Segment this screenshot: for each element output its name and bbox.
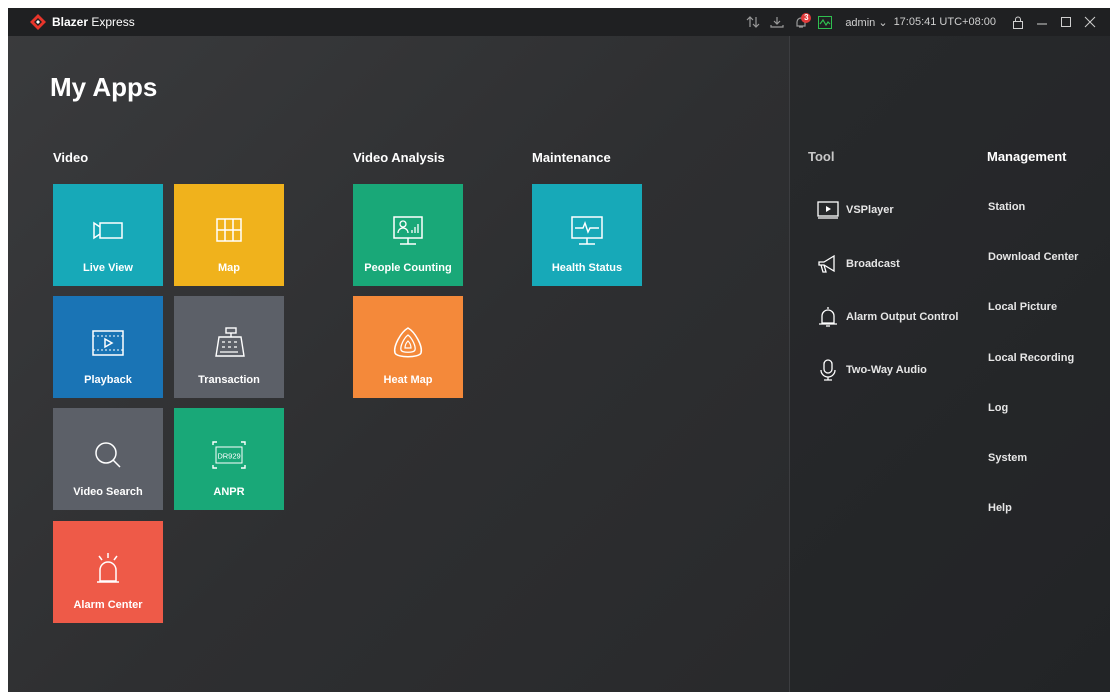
tool-item-label: Broadcast [846,258,900,270]
health-monitor-icon [571,216,603,245]
tool-item-two-way-audio[interactable]: Two-Way Audio [816,358,927,382]
maximize-icon[interactable] [1054,8,1078,36]
heat-map-icon [393,327,423,358]
tool-item-alarm-output-control[interactable]: Alarm Output Control [816,305,958,329]
tile-label: ANPR [213,486,245,498]
mgmt-item-help[interactable]: Help [988,502,1012,514]
microphone-icon [820,359,836,381]
playback-icon [92,330,124,356]
tile-label: Alarm Center [73,599,143,611]
tile-health-status[interactable]: Health Status [532,184,642,286]
app-name: Blazer Express [52,15,135,29]
tile-label: People Counting [364,262,452,274]
mgmt-item-log[interactable]: Log [988,402,1008,414]
tile-video-search[interactable]: Video Search [53,408,163,510]
player-icon [817,201,839,219]
alarm-badge: 3 [801,13,812,23]
tile-anpr[interactable]: DR929 ANPR [174,408,284,510]
mgmt-item-station[interactable]: Station [988,201,1025,213]
tile-people-counting[interactable]: People Counting [353,184,463,286]
section-title-maintenance: Maintenance [532,150,611,165]
tile-heat-map[interactable]: Heat Map [353,296,463,398]
chevron-down-icon: ⌄ [878,16,888,29]
tile-label: Health Status [551,262,623,274]
tool-item-label: Two-Way Audio [846,364,927,376]
tile-playback[interactable]: Playback [53,296,163,398]
tile-label: Transaction [198,374,260,386]
search-icon [95,442,121,468]
tool-item-label: Alarm Output Control [846,311,959,323]
right-panel: Tool Management VSPlayer Broadcast Alarm… [789,36,1110,692]
plate-text: DR929 [217,452,240,461]
map-icon [216,218,242,242]
bell-alarm-icon [819,307,837,327]
mgmt-item-system[interactable]: System [988,452,1027,464]
tool-item-label: VSPlayer [846,204,894,216]
performance-icon[interactable] [813,8,837,36]
titlebar-controls: 3 admin ⌄ 17:05:41 UTC+08:00 [741,8,1102,36]
camera-icon [93,221,123,240]
alarm-icon[interactable]: 3 [789,8,813,36]
transfer-icon[interactable] [741,8,765,36]
blazer-logo-icon [30,14,46,30]
user-menu[interactable]: admin ⌄ [845,16,887,29]
minimize-icon[interactable] [1030,8,1054,36]
section-title-video-analysis: Video Analysis [353,150,445,165]
tile-label: Live View [83,262,133,274]
clock-text: 17:05:41 UTC+08:00 [893,16,996,28]
app-window: Blazer Express 3 admin ⌄ 17:05:41 UTC+08… [8,8,1110,692]
tile-label: Map [218,262,240,274]
mgmt-item-local-picture[interactable]: Local Picture [988,301,1057,313]
mgmt-item-download-center[interactable]: Download Center [988,251,1078,263]
tool-item-vsplayer[interactable]: VSPlayer [816,198,894,222]
tool-title: Tool [808,149,835,164]
section-title-video: Video [53,150,89,165]
megaphone-icon [818,254,835,273]
tile-label: Video Search [73,486,143,498]
people-counting-icon [393,216,423,245]
management-title: Management [987,149,1067,164]
siren-icon [97,553,119,583]
tile-label: Heat Map [383,374,433,386]
download-icon[interactable] [765,8,789,36]
tile-map[interactable]: Map [174,184,284,286]
lock-icon[interactable] [1006,8,1030,36]
tile-live-view[interactable]: Live View [53,184,163,286]
tile-label: Playback [84,374,132,386]
title-bar: Blazer Express 3 admin ⌄ 17:05:41 UTC+08… [8,8,1110,36]
page-title: My Apps [50,72,158,102]
tool-item-broadcast[interactable]: Broadcast [816,252,900,276]
tile-transaction[interactable]: Transaction [174,296,284,398]
close-icon[interactable] [1078,8,1102,36]
mgmt-item-local-recording[interactable]: Local Recording [988,352,1074,364]
license-plate-icon: DR929 [212,441,246,469]
tile-alarm-center[interactable]: Alarm Center [53,521,163,623]
cash-register-icon [215,327,245,357]
